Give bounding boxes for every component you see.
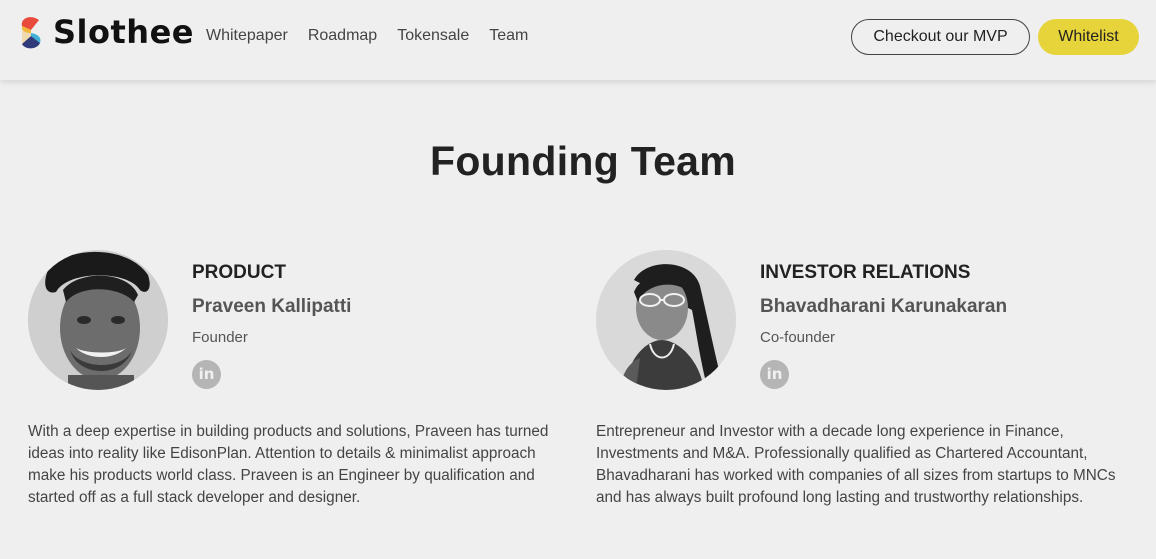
member-title: Founder [192, 329, 248, 346]
whitelist-button[interactable]: Whitelist [1038, 19, 1139, 55]
founder-photo [28, 250, 168, 390]
linkedin-icon[interactable]: in [760, 360, 789, 389]
member-bio: With a deep expertise in building produc… [28, 423, 549, 506]
member-name: Bhavadharani Karunakaran [760, 296, 1008, 317]
linkedin-icon[interactable]: in [192, 360, 221, 389]
brand-name: Slothee [53, 13, 194, 51]
avatar [28, 250, 168, 390]
nav-link-whitepaper[interactable]: Whitepaper [206, 26, 288, 46]
nav-link-team[interactable]: Team [489, 26, 528, 46]
brand-logo[interactable]: Slothee [17, 12, 194, 52]
slothee-logo-icon [21, 17, 41, 49]
member-title: Co-founder [760, 329, 836, 346]
member-name: Praveen Kallipatti [192, 296, 352, 317]
checkout-mvp-button[interactable]: Checkout our MVP [851, 19, 1030, 55]
member-info: INVESTOR RELATIONS Bhavadharani Karunaka… [760, 262, 1150, 389]
page-title: Founding Team [429, 138, 737, 184]
main-nav: Whitepaper Roadmap Tokensale Team [206, 26, 548, 46]
member-info: PRODUCT Praveen Kallipatti Founder in [192, 262, 582, 389]
cofounder-photo [596, 250, 736, 390]
member-role: INVESTOR RELATIONS [760, 262, 971, 283]
nav-link-roadmap[interactable]: Roadmap [308, 26, 377, 46]
nav-link-tokensale[interactable]: Tokensale [397, 26, 469, 46]
member-role: PRODUCT [192, 262, 286, 283]
top-navbar: Slothee Whitepaper Roadmap Tokensale Tea… [0, 0, 1156, 80]
member-bio: Entrepreneur and Investor with a decade … [596, 423, 1116, 506]
avatar [596, 250, 736, 390]
